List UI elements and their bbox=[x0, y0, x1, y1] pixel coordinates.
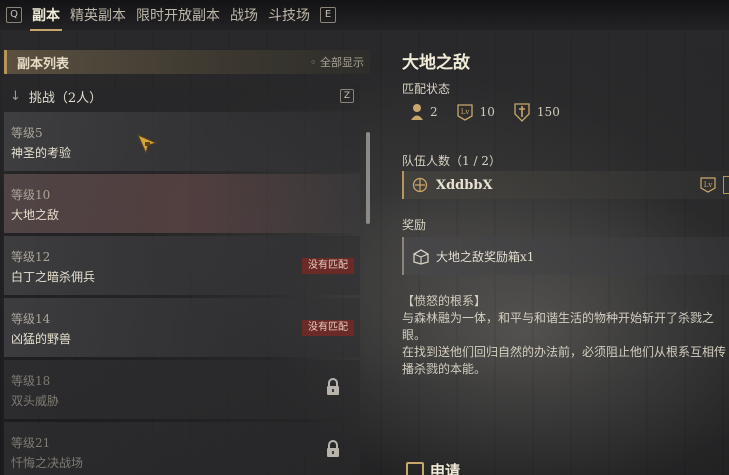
power-value: 150 bbox=[536, 105, 560, 119]
item-level: 等级18 bbox=[11, 374, 51, 388]
tab-arena[interactable]: 斗技场 bbox=[268, 5, 310, 25]
prev-tab-key[interactable]: Q bbox=[6, 7, 22, 23]
power-stat: 150 bbox=[513, 102, 560, 122]
item-name: 大地之敌 bbox=[11, 208, 60, 222]
mouse-cursor-icon bbox=[137, 134, 158, 155]
item-name: 神圣的考验 bbox=[11, 146, 72, 160]
class-emblem-icon bbox=[412, 177, 428, 193]
svg-text:Lv: Lv bbox=[460, 108, 469, 116]
show-all-toggle[interactable]: ◦ 全部显示 bbox=[310, 54, 364, 70]
dungeon-list-panel: 副本列表 ◦ 全部显示 ↓ 挑战（2人） Z 等级5 神圣的考验 等级10 大地… bbox=[0, 46, 374, 475]
level-icon: Lv bbox=[456, 104, 473, 121]
desc-line: 播杀戮的本能。 bbox=[402, 362, 487, 376]
tab-elite-dungeon[interactable]: 精英副本 bbox=[70, 5, 126, 25]
group-challenge[interactable]: ↓ 挑战（2人） Z bbox=[4, 82, 360, 110]
dungeon-item[interactable]: 等级5 神圣的考验 bbox=[4, 112, 360, 171]
member-name: XddbbX bbox=[436, 177, 493, 193]
member-level-icon: Lv bbox=[700, 177, 716, 193]
player-count: 2 bbox=[430, 105, 438, 119]
item-name: 双头威胁 bbox=[11, 394, 60, 408]
list-header: 副本列表 ◦ 全部显示 bbox=[4, 50, 370, 74]
list-scrollbar[interactable] bbox=[366, 132, 370, 224]
lock-icon bbox=[327, 378, 339, 395]
no-match-badge: 没有匹配 bbox=[302, 320, 354, 336]
player-count-stat: 2 bbox=[410, 103, 438, 121]
dungeon-item-locked[interactable]: 等级18 双头威胁 bbox=[4, 360, 360, 419]
reward-chest-icon bbox=[413, 249, 429, 265]
item-name: 忏悔之决战场 bbox=[11, 456, 84, 470]
level-value: 10 bbox=[479, 105, 495, 119]
apply-label: 申请 bbox=[430, 462, 461, 475]
dungeon-item-selected[interactable]: 等级10 大地之敌 bbox=[4, 174, 360, 233]
next-tab-key[interactable]: E bbox=[320, 7, 336, 23]
level-stat: Lv 10 bbox=[456, 103, 495, 121]
desc-line: 在找到送他们回归自然的办法前，必须阻止他们从根系互相传 bbox=[402, 345, 727, 359]
member-extra-icon bbox=[723, 176, 729, 194]
item-level: 等级10 bbox=[11, 188, 51, 202]
person-icon bbox=[411, 104, 423, 120]
apply-icon bbox=[406, 461, 424, 475]
svg-text:Lv: Lv bbox=[704, 181, 713, 189]
reward-item-name: 大地之敌奖励箱x1 bbox=[436, 249, 535, 264]
group-key[interactable]: Z bbox=[340, 89, 354, 103]
dungeon-item[interactable]: 等级12 白丁之暗杀佣兵 没有匹配 bbox=[4, 236, 360, 295]
team-size-label: 队伍人数（1 / 2） bbox=[402, 154, 501, 168]
dungeon-detail-panel: 大地之敌 匹配状态 2 Lv 10 150 队伍人数（1 / 2） XddbbX… bbox=[402, 0, 729, 475]
item-level: 等级21 bbox=[11, 436, 51, 450]
team-member-row[interactable]: XddbbX Lv bbox=[402, 171, 729, 199]
dungeon-item-locked[interactable]: 等级21 忏悔之决战场 bbox=[4, 422, 360, 475]
dungeon-items: 等级5 神圣的考验 等级10 大地之敌 等级12 白丁之暗杀佣兵 没有匹配 等级… bbox=[4, 112, 360, 475]
match-stats: 2 Lv 10 150 bbox=[410, 102, 578, 122]
desc-line: 与森林融为一体，和平与和谐生活的物种开始斩开了杀戮之 bbox=[402, 311, 715, 325]
tab-dungeon[interactable]: 副本 bbox=[30, 5, 62, 31]
group-label: 挑战（2人） bbox=[28, 90, 103, 106]
reward-item-row[interactable]: 大地之敌奖励箱x1 bbox=[402, 237, 729, 275]
sword-shield-icon bbox=[514, 103, 530, 122]
list-title: 副本列表 bbox=[17, 56, 70, 72]
item-level: 等级5 bbox=[11, 126, 43, 140]
detail-title: 大地之敌 bbox=[402, 53, 470, 73]
no-match-badge: 没有匹配 bbox=[302, 258, 354, 274]
collapse-arrow-icon: ↓ bbox=[10, 88, 21, 104]
tab-battlefield[interactable]: 战场 bbox=[230, 5, 258, 25]
apply-button[interactable]: 申请 bbox=[406, 460, 460, 475]
match-status-label: 匹配状态 bbox=[402, 82, 451, 96]
dungeon-item[interactable]: 等级14 凶猛的野兽 没有匹配 bbox=[4, 298, 360, 357]
dungeon-description: 【愤怒的根系】 与森林融为一体，和平与和谐生活的物种开始斩开了杀戮之 眼。 在找… bbox=[402, 293, 729, 378]
lock-icon bbox=[327, 440, 339, 457]
desc-line: 眼。 bbox=[402, 328, 427, 342]
desc-title: 【愤怒的根系】 bbox=[402, 294, 487, 308]
reward-label: 奖励 bbox=[402, 218, 427, 232]
tab-limited-dungeon[interactable]: 限时开放副本 bbox=[136, 5, 220, 25]
